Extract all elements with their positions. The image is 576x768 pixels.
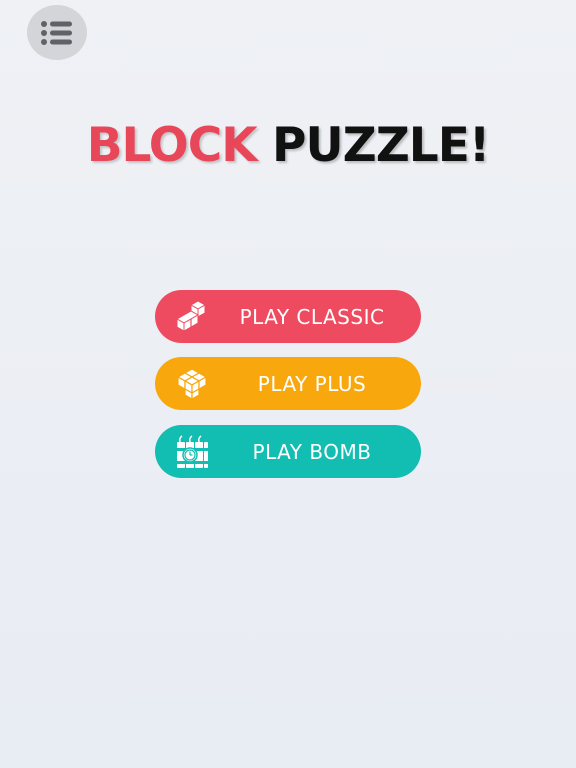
play-classic-button[interactable]: PLAY CLASSIC (155, 290, 421, 343)
play-classic-label: PLAY CLASSIC (239, 304, 385, 329)
game-title: BLOCK PUZZLE! (0, 112, 576, 180)
title-word-puzzle: PUZZLE! (272, 118, 490, 173)
bomb-block-icon (177, 435, 208, 468)
menu-button[interactable] (27, 5, 87, 60)
play-plus-button[interactable]: PLAY PLUS (155, 357, 421, 410)
play-bomb-button[interactable]: PLAY BOMB (155, 425, 421, 478)
title-word-block: BLOCK (86, 118, 258, 173)
play-bomb-label: PLAY BOMB (252, 439, 372, 464)
l-block-icon (175, 300, 207, 332)
play-plus-label: PLAY PLUS (257, 371, 367, 396)
list-menu-icon (41, 20, 72, 45)
plus-block-icon (176, 368, 208, 401)
